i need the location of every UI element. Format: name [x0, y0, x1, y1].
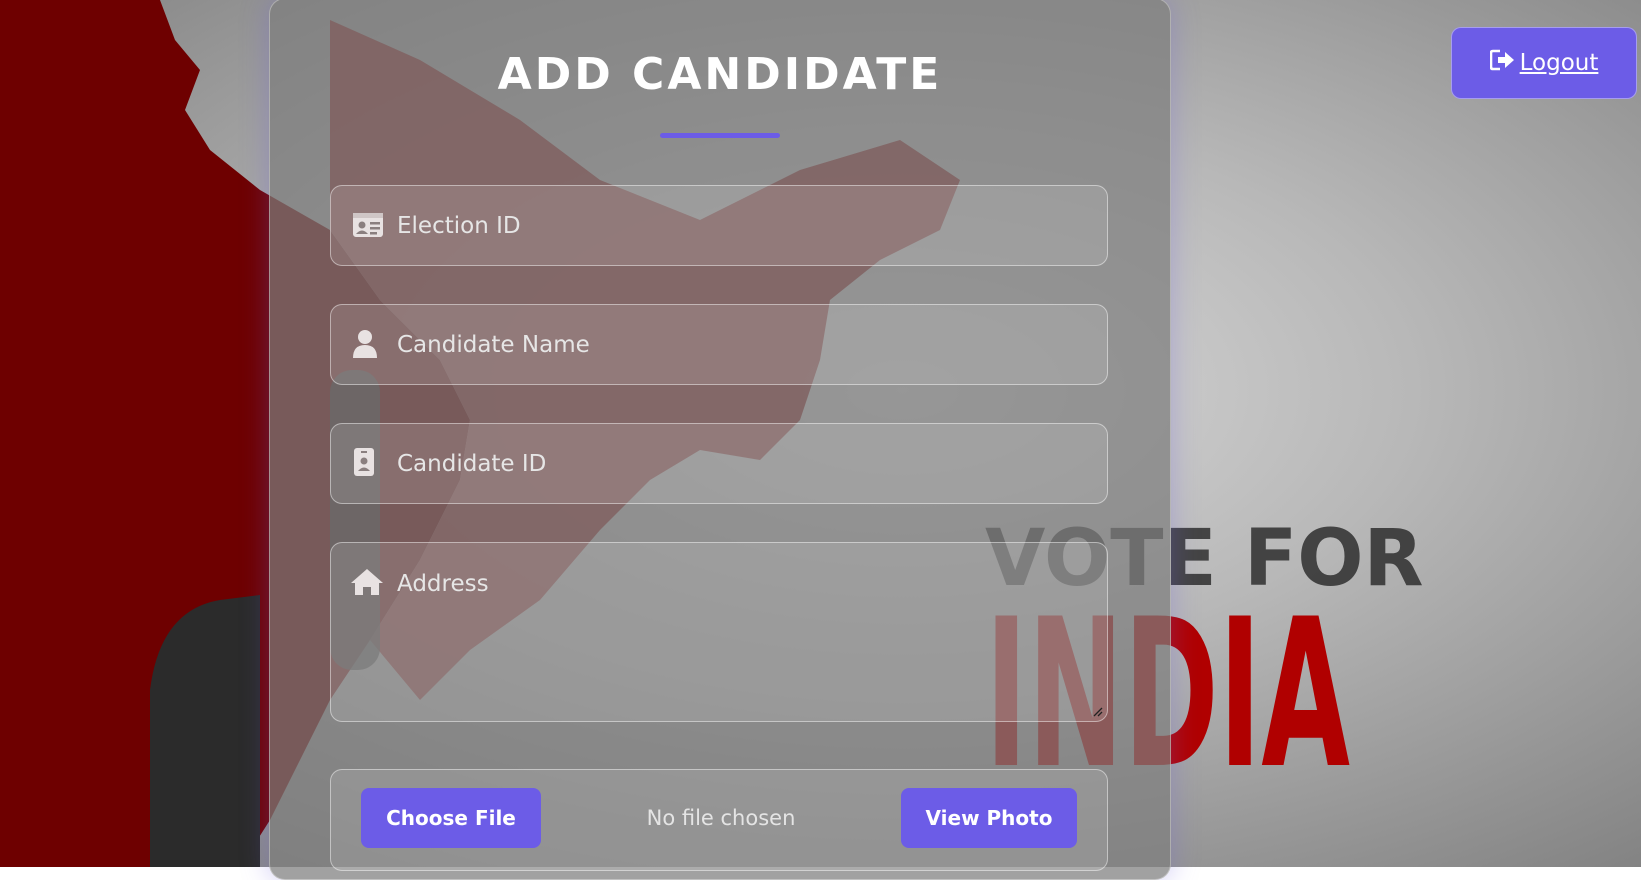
file-status-text: No file chosen: [646, 806, 796, 830]
add-candidate-form-card: ADD CANDIDATE Election ID Candidate Name…: [269, 0, 1171, 880]
logout-button[interactable]: Logout: [1451, 27, 1637, 99]
address-field-wrapper: [330, 542, 1108, 722]
title-underline: [660, 133, 780, 138]
page-title: ADD CANDIDATE: [497, 49, 943, 100]
home-icon: [351, 567, 385, 597]
address-input[interactable]: [397, 571, 1087, 711]
resize-grip-icon[interactable]: [1093, 707, 1103, 717]
choose-file-button[interactable]: Choose File: [361, 788, 541, 848]
id-card-icon: [351, 210, 385, 240]
id-badge-icon: [351, 448, 385, 478]
candidate-id-input[interactable]: [397, 424, 1087, 503]
election-id-field-wrapper: [330, 185, 1108, 266]
candidate-id-field-wrapper: [330, 423, 1108, 504]
photo-upload-row: Choose File No file chosen View Photo: [330, 769, 1108, 871]
election-id-input[interactable]: [397, 186, 1087, 265]
sign-out-icon: [1489, 49, 1516, 77]
candidate-name-input[interactable]: [397, 305, 1087, 384]
user-icon: [351, 329, 385, 359]
logout-label: Logout: [1519, 50, 1599, 76]
candidate-name-field-wrapper: [330, 304, 1108, 385]
view-photo-button[interactable]: View Photo: [901, 788, 1077, 848]
